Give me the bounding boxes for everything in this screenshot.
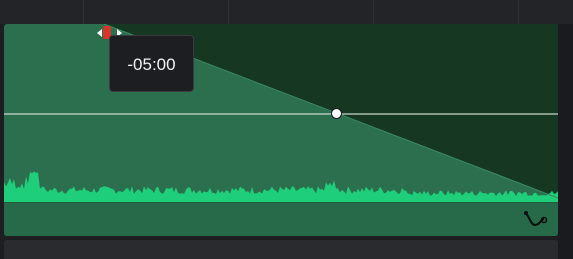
ruler-tick [228, 0, 229, 24]
audio-clip-below[interactable] [4, 240, 558, 259]
clip-lower-band [4, 202, 558, 236]
ruler-tick [83, 0, 84, 24]
timeline-ruler[interactable] [0, 0, 573, 24]
curve-icon[interactable] [522, 209, 548, 231]
timeline-viewer: -05:00 [0, 0, 573, 259]
clip-graphics [4, 24, 558, 236]
audio-waveform [4, 171, 558, 202]
fade-duration-tooltip: -05:00 [109, 35, 194, 92]
arrow-left-icon [97, 29, 102, 37]
audio-clip[interactable] [4, 24, 558, 236]
ruler-tick [518, 0, 519, 24]
track-scrollbar[interactable] [558, 24, 573, 259]
ruler-tick [373, 0, 374, 24]
keyframe-icon[interactable] [331, 108, 342, 119]
